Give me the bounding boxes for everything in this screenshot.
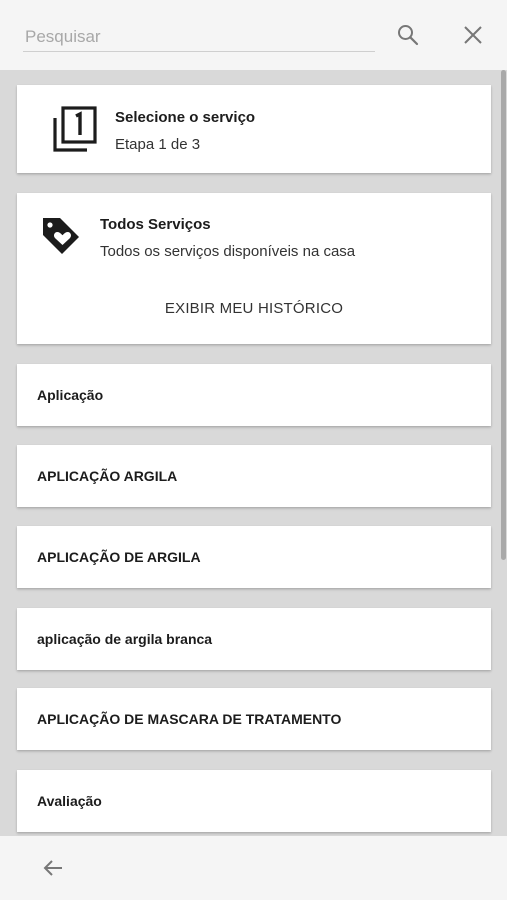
service-item[interactable]: APLICAÇÃO DE ARGILA [17,526,491,588]
search-input[interactable] [23,22,375,52]
service-item[interactable]: Aplicação [17,364,491,426]
all-services-subtitle: Todos os serviços disponíveis na casa [100,243,356,260]
bottom-bar [0,836,507,900]
step-subtitle: Etapa 1 de 3 [115,136,201,153]
service-item[interactable]: Avaliação [17,770,491,832]
service-item[interactable]: aplicação de argila branca [17,608,491,670]
top-bar [0,0,507,70]
filter-1-icon [53,106,97,152]
service-item[interactable]: APLICAÇÃO DE MASCARA DE TRATAMENTO [17,688,491,750]
all-services-title: Todos Serviços [100,216,211,233]
arrow-left-icon [43,860,62,876]
tag-heart-icon [43,218,79,254]
search-button[interactable] [388,15,428,55]
all-services-card[interactable]: Todos Serviços Todos os serviços disponí… [17,193,491,344]
scrollbar[interactable] [501,70,506,560]
close-icon [464,26,482,44]
service-item[interactable]: APLICAÇÃO ARGILA [17,445,491,507]
close-button[interactable] [453,15,493,55]
step-card: Selecione o serviço Etapa 1 de 3 [17,85,491,173]
step-title: Selecione o serviço [115,109,256,126]
content-area: Selecione o serviço Etapa 1 de 3 Todos S… [0,70,507,836]
show-history-button[interactable]: EXIBIR MEU HISTÓRICO [17,289,491,329]
search-icon [398,25,419,46]
back-button[interactable] [33,848,73,888]
